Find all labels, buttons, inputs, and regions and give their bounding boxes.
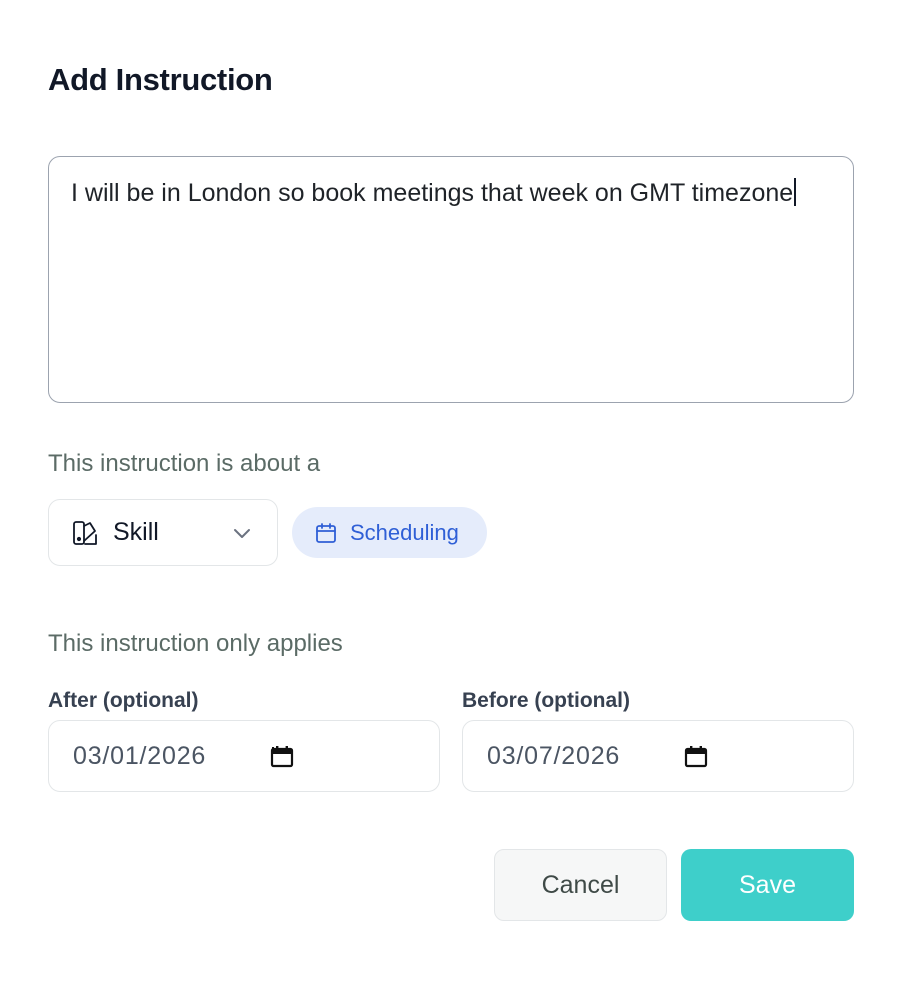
calendar-icon <box>316 522 336 543</box>
applies-section-label: This instruction only applies <box>48 630 343 657</box>
calendar-picker-icon[interactable] <box>684 744 708 768</box>
after-date-label: After (optional) <box>48 689 199 712</box>
chevron-down-icon <box>234 529 250 538</box>
add-instruction-dialog: Add Instruction I will be in London so b… <box>0 0 902 994</box>
instruction-type-select[interactable]: Skill <box>48 499 278 566</box>
skill-icon <box>73 520 97 545</box>
save-button[interactable]: Save <box>681 849 854 921</box>
skill-chip-scheduling[interactable]: Scheduling <box>292 507 487 558</box>
calendar-picker-icon[interactable] <box>270 744 294 768</box>
instruction-text: I will be in London so book meetings tha… <box>71 179 794 207</box>
type-select-value: Skill <box>113 518 159 546</box>
dialog-title: Add Instruction <box>48 62 273 97</box>
about-section-label: This instruction is about a <box>48 450 321 477</box>
after-date-value: 03/01/2026 <box>73 741 207 770</box>
before-date-input[interactable]: 03/07/2026 <box>462 720 854 792</box>
before-date-value: 03/07/2026 <box>487 741 621 770</box>
text-caret <box>794 178 797 206</box>
cancel-button[interactable]: Cancel <box>494 849 667 921</box>
instruction-textarea[interactable]: I will be in London so book meetings tha… <box>48 156 854 403</box>
before-date-label: Before (optional) <box>462 689 630 712</box>
after-date-input[interactable]: 03/01/2026 <box>48 720 440 792</box>
skill-chip-label: Scheduling <box>350 519 459 545</box>
